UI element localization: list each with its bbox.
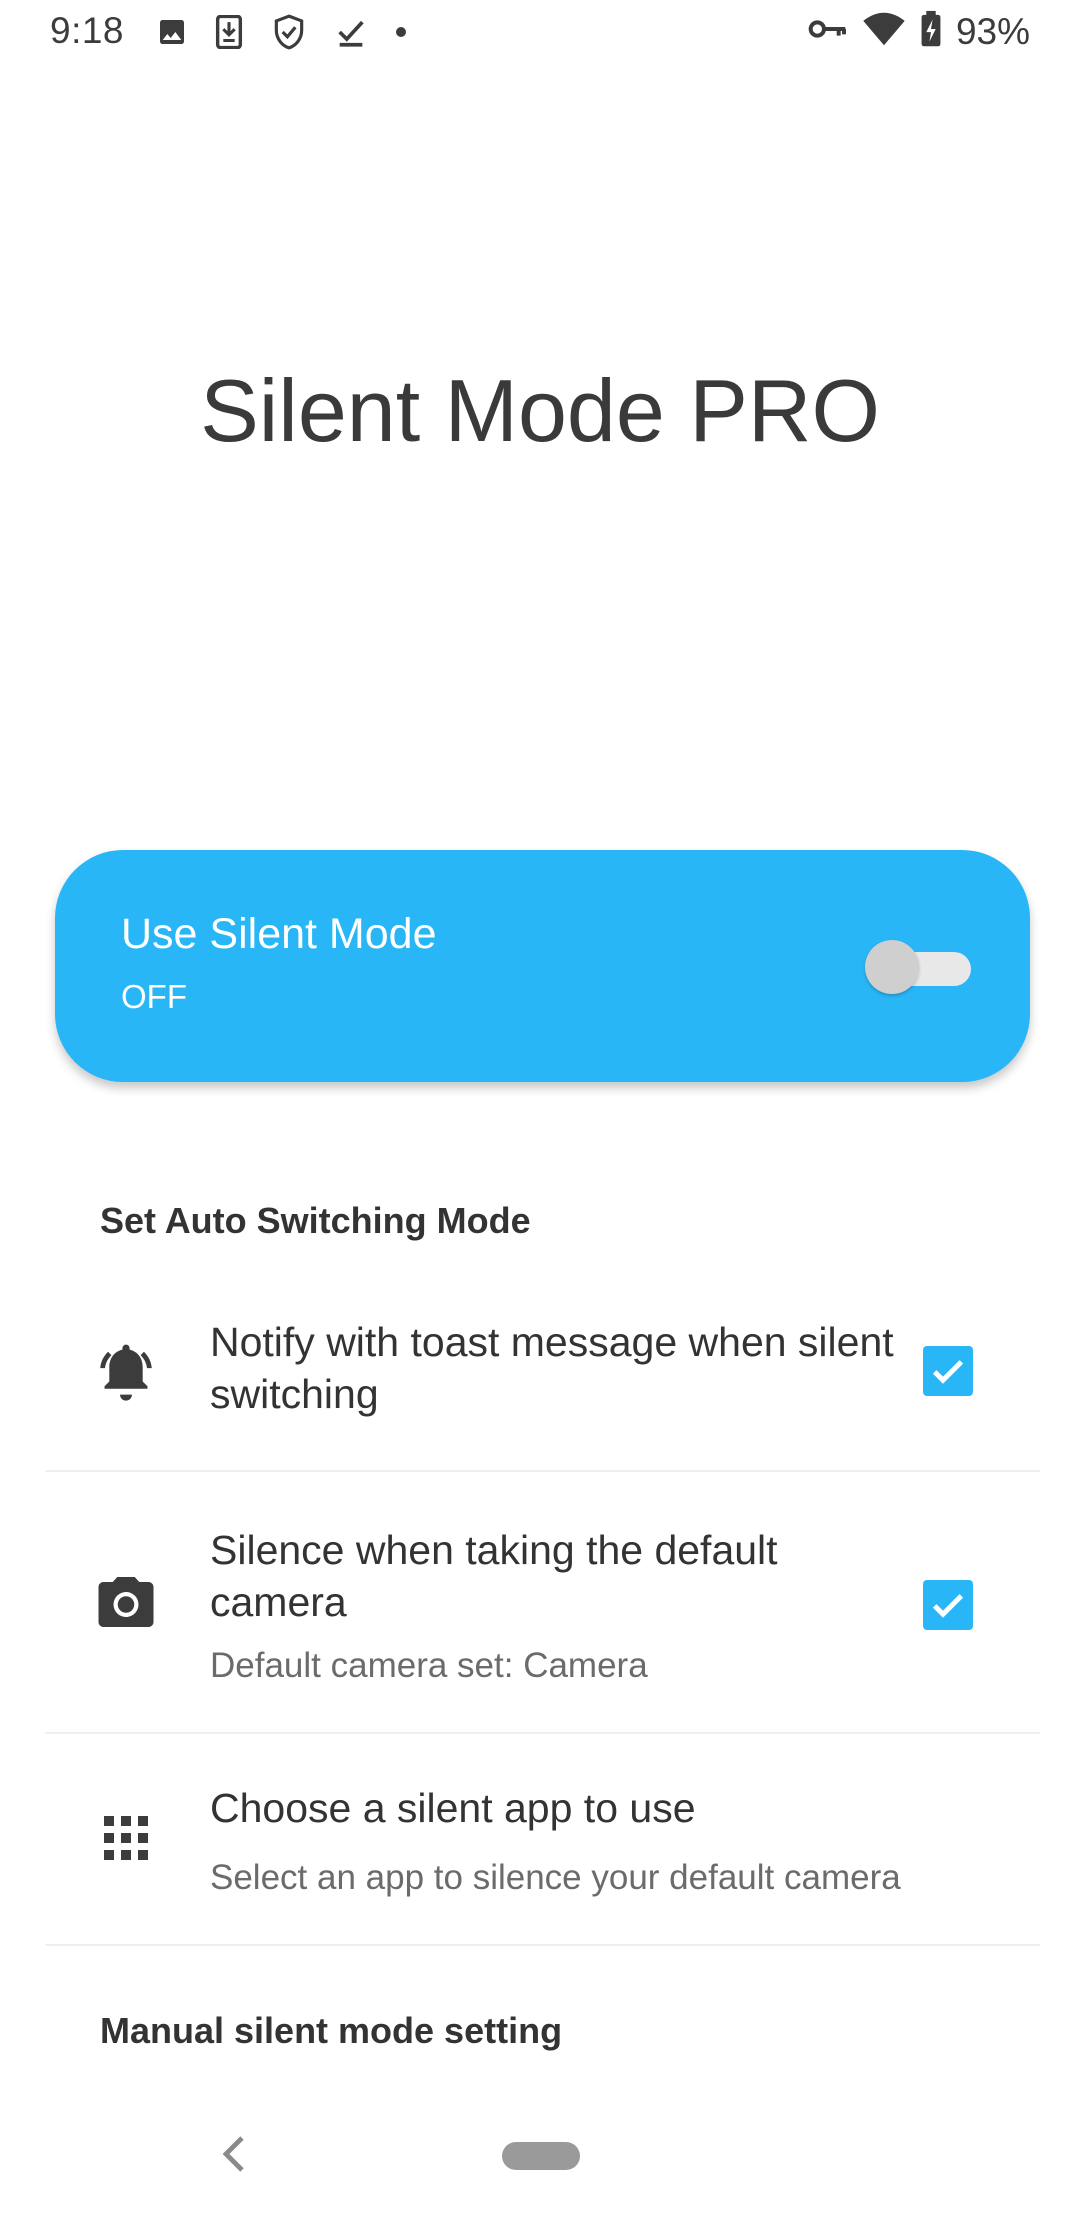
- page-title: Silent Mode PRO: [200, 361, 880, 460]
- setting-title: Silence when taking the default camera: [210, 1527, 778, 1625]
- setting-row-silence-camera[interactable]: Silence when taking the default camera D…: [45, 1470, 1040, 1734]
- check-icon: [932, 1594, 964, 1618]
- download-done-icon: [334, 15, 368, 49]
- battery-percent: 93%: [955, 10, 1030, 52]
- navigation-bar: [0, 2110, 1080, 2220]
- dot-icon: [394, 25, 408, 39]
- home-pill-icon[interactable]: [502, 2142, 580, 2170]
- wifi-icon: [862, 11, 906, 52]
- setting-row-choose-app[interactable]: Choose a silent app to use Select an app…: [45, 1732, 1040, 1946]
- status-notification-icons: [156, 12, 408, 52]
- section-header-manual: Manual silent mode setting: [100, 2010, 563, 2051]
- camera-icon: [90, 1566, 162, 1638]
- image-icon: [156, 16, 188, 48]
- bell-icon: [90, 1336, 162, 1408]
- silent-mode-switch[interactable]: [865, 938, 971, 996]
- silent-mode-state: OFF: [121, 978, 187, 1015]
- shield-check-icon: [270, 13, 308, 51]
- status-time: 9:18: [50, 10, 125, 51]
- setting-title: Notify with toast message when silent sw…: [210, 1319, 894, 1417]
- battery-charging-icon: [920, 10, 942, 53]
- apps-grid-icon: [90, 1802, 162, 1874]
- setting-summary: Select an app to silence your default ca…: [210, 1858, 901, 1897]
- check-icon: [932, 1360, 964, 1384]
- download-status-icon: [214, 15, 244, 49]
- silent-mode-card[interactable]: Use Silent Mode OFF: [55, 850, 1030, 1082]
- section-header-auto-switching: Set Auto Switching Mode: [100, 1200, 531, 1241]
- back-icon[interactable]: [222, 2134, 246, 2179]
- setting-row-notify-toast[interactable]: Notify with toast message when silent sw…: [45, 1280, 1040, 1472]
- status-bar: 9:18 93%: [0, 0, 1080, 66]
- status-system-icons: 93%: [808, 10, 1030, 53]
- silent-mode-title: Use Silent Mode: [121, 910, 437, 958]
- notify-toast-checkbox[interactable]: [923, 1346, 973, 1396]
- vpn-key-icon: [808, 16, 848, 47]
- silence-camera-checkbox[interactable]: [923, 1580, 973, 1630]
- setting-summary: Default camera set: Camera: [210, 1646, 648, 1685]
- setting-title: Choose a silent app to use: [210, 1785, 696, 1831]
- switch-thumb: [865, 940, 919, 994]
